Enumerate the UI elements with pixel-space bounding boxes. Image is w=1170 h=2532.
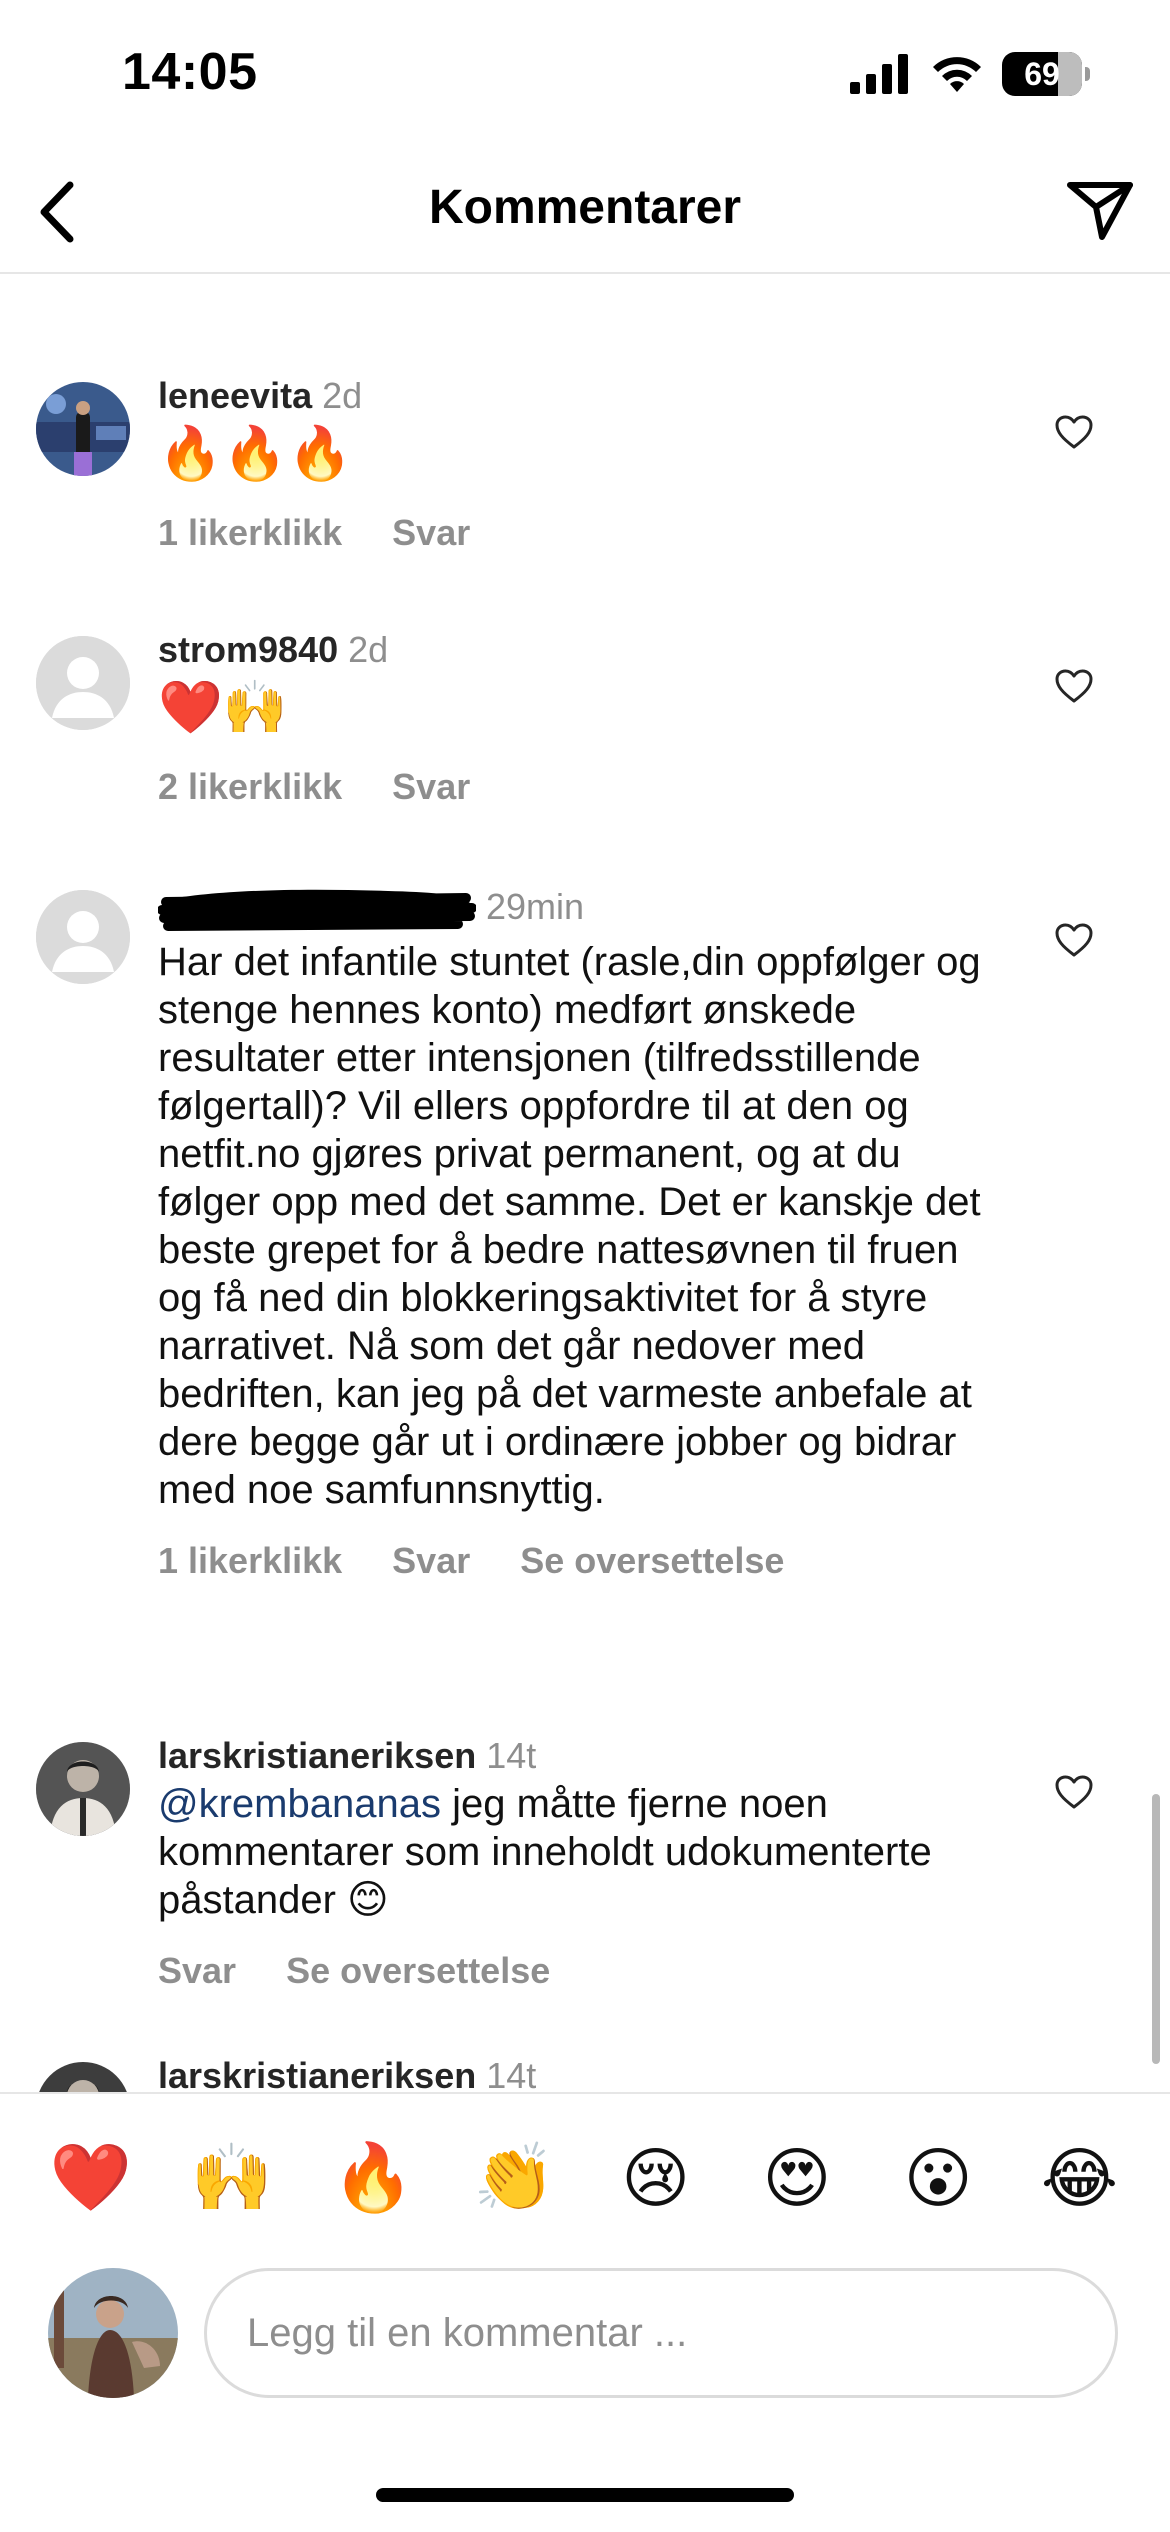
translate-button[interactable]: Se oversettelse: [286, 1950, 550, 1992]
user-photo-icon: [36, 1742, 130, 1836]
comment-body: leneevita 2d 🔥🔥🔥 1 likerklikk Svar: [158, 374, 998, 554]
comment-text: 🔥🔥🔥: [158, 425, 353, 483]
emoji-heart-button[interactable]: ❤️: [41, 2139, 141, 2217]
user-photo-icon: [36, 2062, 130, 2092]
timestamp: 14t: [486, 1735, 537, 1776]
translate-button[interactable]: Se oversettelse: [520, 1540, 784, 1582]
comment-text: Har det infantile stuntet (rasle,din opp…: [158, 940, 981, 1512]
reply-button[interactable]: Svar: [392, 512, 470, 554]
timestamp: 2d: [348, 629, 389, 670]
likes-count[interactable]: 1 likerklikk: [158, 1540, 342, 1582]
avatar[interactable]: [36, 636, 130, 730]
status-bar: 14:05 69: [0, 0, 1170, 150]
share-button[interactable]: [1060, 170, 1140, 250]
emoji-fire-button[interactable]: 🔥: [323, 2139, 423, 2217]
likes-count[interactable]: 2 likerklikk: [158, 766, 342, 808]
reply-button[interactable]: Svar: [392, 1540, 470, 1582]
comment-text: ❤️🙌: [158, 679, 288, 737]
reply-button[interactable]: Svar: [392, 766, 470, 808]
page-title: Kommentarer: [428, 181, 742, 234]
default-avatar-icon: [36, 890, 130, 984]
comment-input[interactable]: [204, 2268, 1118, 2398]
comment-actions: 1 likerklikk Svar Se oversettelse: [158, 1540, 998, 1582]
reply-button[interactable]: Svar: [158, 1950, 236, 1992]
wifi-icon: [933, 57, 981, 92]
timestamp: 14t: [486, 2055, 537, 2092]
username[interactable]: leneevita: [158, 375, 312, 416]
username[interactable]: strom9840: [158, 629, 338, 670]
avatar[interactable]: [36, 1742, 130, 1836]
comment-body: 29min Har det infantile stuntet (rasle,d…: [158, 882, 998, 1582]
emoji-cry-button[interactable]: 😢: [606, 2140, 706, 2217]
avatar[interactable]: [36, 382, 130, 476]
send-icon: [1067, 182, 1133, 240]
comment-actions: 2 likerklikk Svar: [158, 766, 998, 808]
emoji-laughing-button[interactable]: 😂: [1029, 2140, 1129, 2217]
comments-list[interactable]: 1 likerklikk Svar leneevita2d: [0, 274, 1170, 2092]
likes-count[interactable]: 1 likerklikk: [158, 274, 342, 282]
username[interactable]: larskristianeriksen: [158, 1735, 476, 1776]
heart-icon: [1055, 1775, 1093, 1809]
status-icons: 69: [850, 52, 1090, 96]
header: Kommentarer: [0, 150, 1170, 274]
status-time: 14:05: [122, 43, 258, 101]
like-button[interactable]: [1050, 662, 1098, 710]
timestamp: 29min: [486, 885, 585, 927]
reply-button[interactable]: Svar: [392, 274, 470, 282]
user-photo-icon: [36, 382, 130, 476]
like-button[interactable]: [1050, 916, 1098, 964]
emoji-surprised-button[interactable]: 😮: [888, 2140, 988, 2217]
comment-actions: 1 likerklikk Svar: [158, 274, 470, 282]
cellular-signal-icon: [850, 54, 908, 94]
comment-composer: [0, 2262, 1170, 2402]
home-indicator[interactable]: [376, 2488, 794, 2502]
battery-icon: 69: [1002, 52, 1090, 96]
likes-count[interactable]: 1 likerklikk: [158, 512, 342, 554]
like-button[interactable]: [1050, 1768, 1098, 1816]
mention-link[interactable]: @krembananas: [158, 1782, 441, 1826]
comment-text: @krembananas jeg måtte fjerne noen komme…: [158, 1780, 998, 1924]
heart-icon: [1055, 923, 1093, 957]
battery-level: 69: [1024, 55, 1060, 92]
comment-meta: larskristianeriksen 14t: [158, 1734, 998, 1778]
user-photo-icon: [48, 2268, 178, 2398]
own-avatar: [48, 2268, 178, 2398]
comment-meta: leneevita 2d: [158, 374, 998, 418]
comment-body: strom9840 2d ❤️🙌 2 likerklikk Svar: [158, 628, 998, 808]
heart-icon: [1055, 669, 1093, 703]
emoji-heart-eyes-button[interactable]: 😍: [747, 2140, 847, 2217]
redaction-scribble: [158, 889, 476, 931]
avatar[interactable]: [36, 890, 130, 984]
username[interactable]: larskristianeriksen: [158, 2055, 476, 2092]
comment-meta: strom9840 2d: [158, 628, 998, 672]
comment-body: larskristianeriksen 14t @krembananas jeg …: [158, 1734, 998, 1992]
comment-actions: Svar Se oversettelse: [158, 1950, 998, 1992]
scrollbar[interactable]: [1152, 1794, 1160, 2064]
emoji-clap-button[interactable]: 👏: [464, 2139, 564, 2217]
comment-meta: larskristianeriksen 14t: [158, 2054, 998, 2092]
comment-actions: 1 likerklikk Svar: [158, 512, 998, 554]
emoji-raised-hands-button[interactable]: 🙌: [182, 2139, 282, 2217]
default-avatar-icon: [36, 636, 130, 730]
timestamp: 2d: [322, 375, 363, 416]
comment-body: larskristianeriksen 14t: [158, 2054, 998, 2092]
comment-meta: 29min: [158, 882, 998, 936]
heart-icon: [1055, 415, 1093, 449]
like-button[interactable]: [1050, 408, 1098, 456]
avatar[interactable]: [36, 2062, 130, 2092]
emoji-quick-bar: ❤️ 🙌 🔥 👏 😢 😍 😮 😂: [0, 2092, 1170, 2262]
comments-screen: 14:05 69 Kommentarer leneevita 2d 🔥🔥🔥 1 …: [0, 0, 1170, 2532]
